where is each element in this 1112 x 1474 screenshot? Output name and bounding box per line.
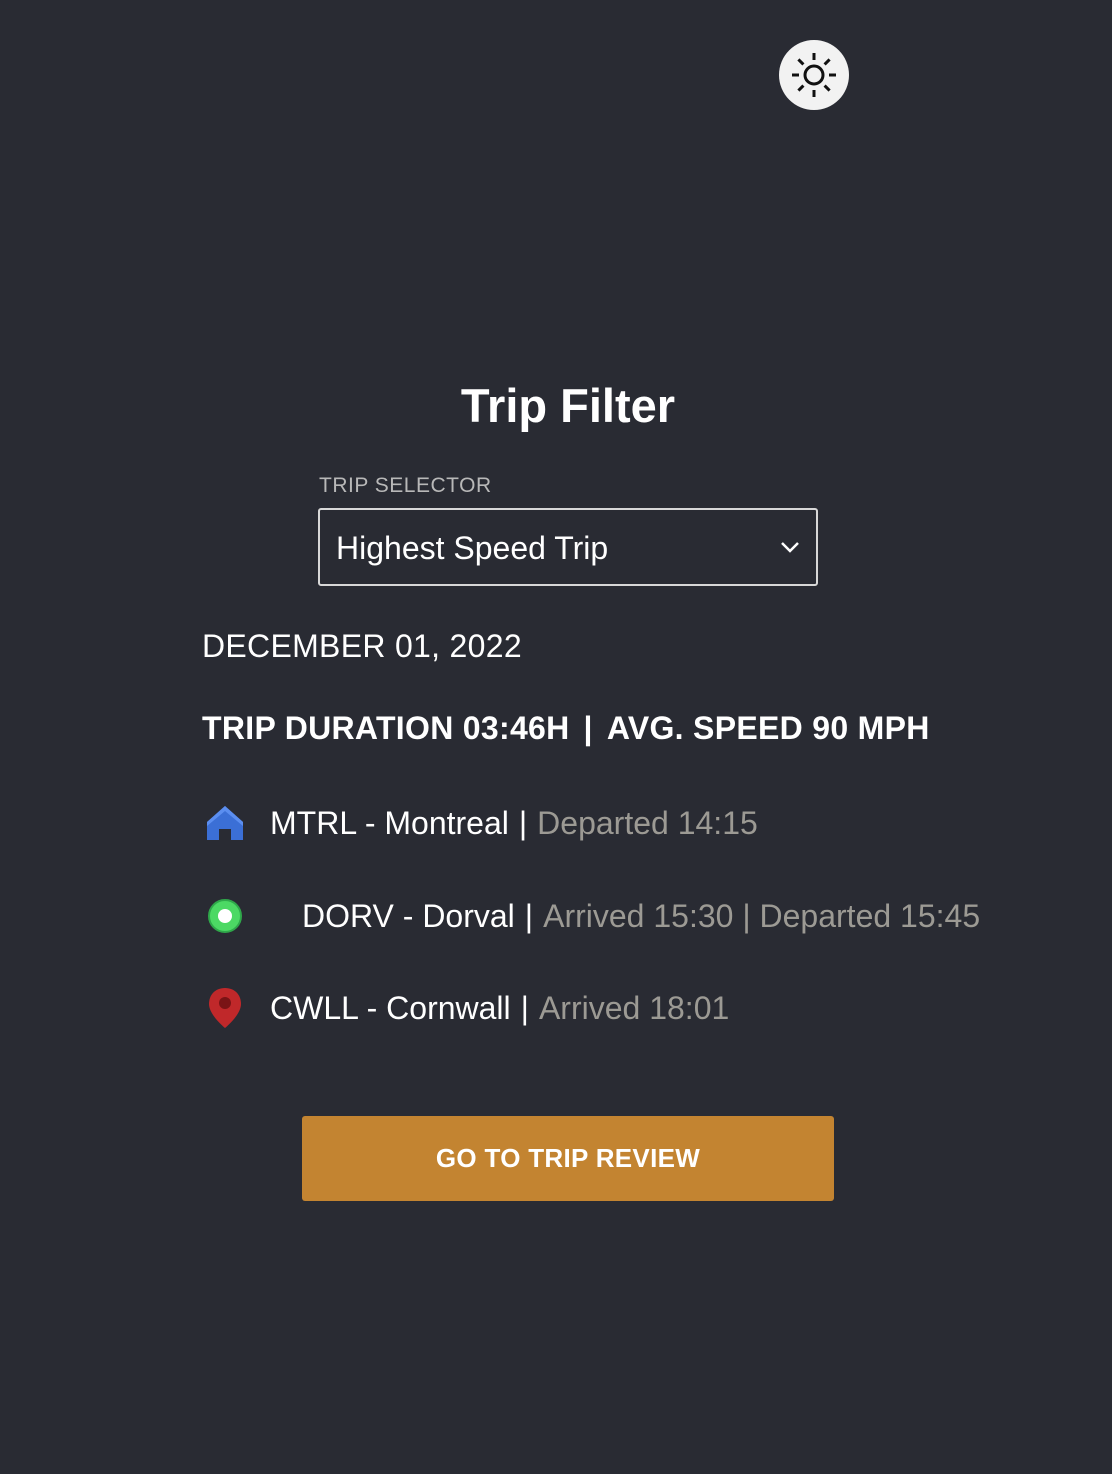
- stop-times: Arrived 15:30 | Departed 15:45: [543, 897, 981, 934]
- trip-selector-label: TRIP SELECTOR: [319, 474, 492, 497]
- go-to-trip-review-button[interactable]: GO TO TRIP REVIEW: [302, 1116, 834, 1201]
- chevron-down-icon: [781, 542, 799, 553]
- green-dot-icon: [204, 895, 246, 937]
- stop-name: DORV - Dorval: [302, 897, 515, 934]
- trip-avg-speed: AVG. SPEED 90 MPH: [606, 710, 930, 746]
- stop-intermediate: DORV - Dorval | Arrived 15:30 | Departed…: [204, 894, 980, 938]
- stop-times: Arrived 18:01: [538, 989, 730, 1026]
- trip-date: DECEMBER 01, 2022: [202, 628, 522, 664]
- home-icon: [204, 802, 246, 844]
- trip-duration: TRIP DURATION 03:46H: [202, 710, 570, 746]
- stop-destination: CWLL - Cornwall | Arrived 18:01: [204, 986, 729, 1030]
- stop-times: Departed 14:15: [537, 804, 758, 841]
- trip-selector-value: Highest Speed Trip: [336, 530, 609, 566]
- map-pin-icon: [204, 987, 246, 1029]
- trip-selector-dropdown[interactable]: Highest Speed Trip: [318, 508, 818, 586]
- stop-separator: |: [520, 989, 529, 1026]
- page-title: Trip Filter: [460, 379, 676, 432]
- stop-name: MTRL - Montreal: [270, 804, 509, 841]
- theme-toggle-button[interactable]: [779, 40, 849, 110]
- stop-separator: |: [524, 897, 534, 934]
- trip-summary: TRIP DURATION 03:46H | AVG. SPEED 90 MPH: [202, 710, 930, 747]
- stop-name: CWLL - Cornwall: [270, 989, 511, 1026]
- sun-icon: [792, 53, 836, 97]
- stop-origin: MTRL - Montreal | Departed 14:15: [204, 801, 758, 845]
- stop-separator: |: [518, 804, 528, 841]
- trip-filter-page: Trip Filter TRIP SELECTOR Highest Speed …: [0, 0, 1112, 1474]
- summary-separator: |: [583, 710, 593, 746]
